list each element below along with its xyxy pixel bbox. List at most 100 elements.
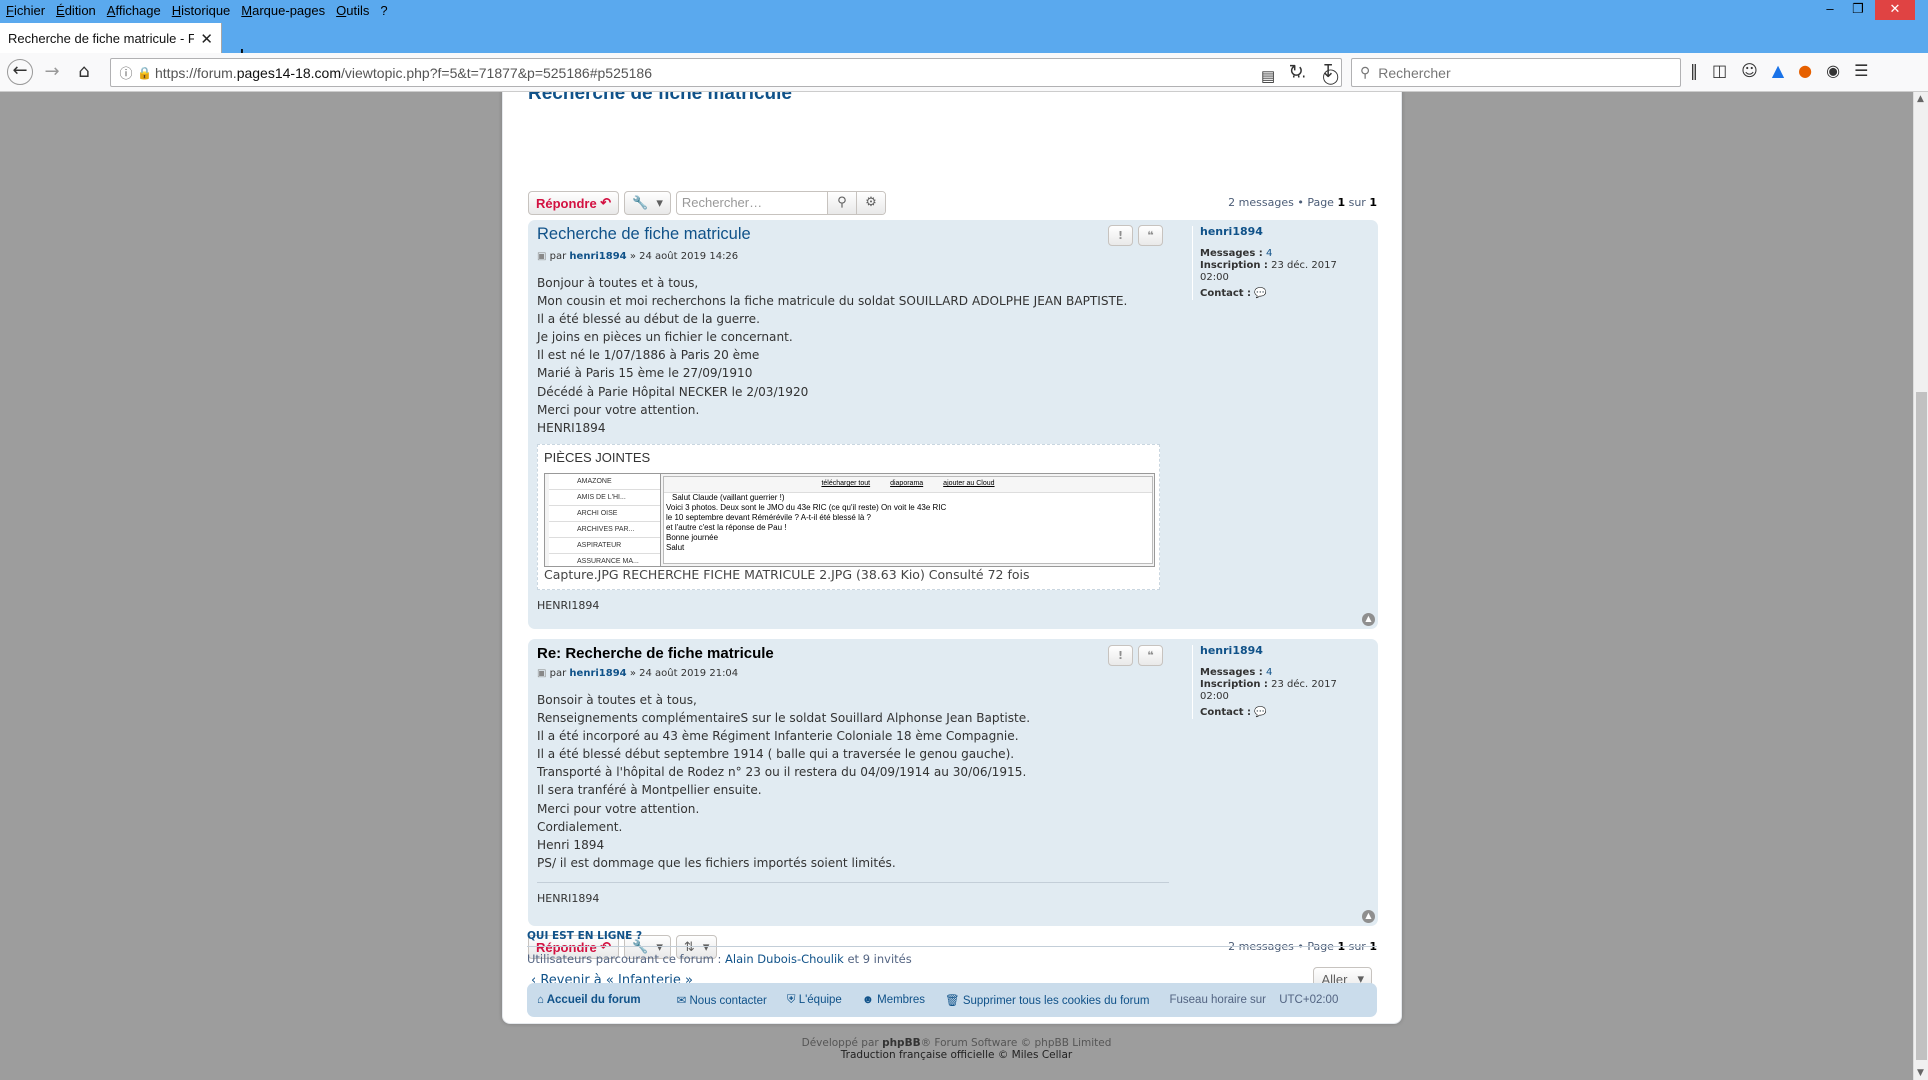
post-line: Je joins en pièces un fichier le concern… xyxy=(537,330,793,345)
topic-search-input[interactable]: Rechercher… xyxy=(677,192,827,214)
contact-chat-icon[interactable]: 💬 xyxy=(1254,288,1266,299)
menu-historique[interactable]: Historique xyxy=(166,3,236,18)
account-icon[interactable]: ☺ xyxy=(1741,61,1758,80)
menu-help[interactable]: ? xyxy=(374,3,392,18)
messages-count[interactable]: 4 xyxy=(1266,667,1272,678)
post-line: Il sera tranféré à Montpellier ensuite. xyxy=(537,783,762,798)
extension-download-icon[interactable]: ▲ xyxy=(1772,61,1784,80)
topic-title[interactable]: Recherche de fiche matricule xyxy=(528,92,792,105)
back-to-top-icon[interactable]: ▲ xyxy=(1362,613,1375,626)
contact-link[interactable]: ✉ Nous contacter xyxy=(677,993,777,1007)
restore-button[interactable]: ❐ xyxy=(1843,0,1873,20)
scroll-up-icon[interactable]: ▲ xyxy=(1917,94,1924,104)
post-profile: henri1894 Messages : 4 Inscription : 23 … xyxy=(1192,226,1372,300)
post-line: Il a été incorporé au 43 ème Régiment In… xyxy=(537,729,1019,744)
thumbnail-links: télécharger tout diaporama ajouter au Clou… xyxy=(664,477,1152,493)
advanced-search-gear-icon[interactable]: ⚙ xyxy=(855,192,885,214)
menu-outils[interactable]: Outils xyxy=(330,3,374,18)
url-path: /viewtopic.php?f=5&t=71877&p=525186#p525… xyxy=(341,64,652,81)
scroll-down-icon[interactable]: ▼ xyxy=(1917,1068,1924,1078)
page-sur: sur xyxy=(1348,196,1366,209)
profile-name[interactable]: henri1894 xyxy=(1200,645,1372,657)
quote-button[interactable]: ❝ xyxy=(1138,645,1163,666)
messages-count[interactable]: 4 xyxy=(1266,248,1272,259)
scrollbar-thumb[interactable] xyxy=(1916,392,1927,1060)
online-user-link[interactable]: Alain Dubois-Choulik xyxy=(725,952,844,966)
author-link[interactable]: henri1894 xyxy=(569,251,626,262)
caret-down-icon: ▾ xyxy=(656,195,663,210)
credits-line-1: Développé par phpBB® Forum Software © ph… xyxy=(0,1037,1913,1049)
menu-marque-pages[interactable]: Marque-pages xyxy=(235,3,330,18)
report-button[interactable]: ! xyxy=(1108,225,1133,246)
post-date: » 24 août 2019 14:26 xyxy=(629,251,739,262)
forward-icon[interactable]: → xyxy=(40,61,64,85)
post-line: Il a été blessé au début de la guerre. xyxy=(537,312,760,327)
info-icon[interactable]: ⓘ xyxy=(115,63,137,82)
hamburger-menu-icon[interactable]: ☰ xyxy=(1854,61,1868,80)
reply-label: Répondre xyxy=(536,195,597,211)
topic-tools-button[interactable]: 🔧 ▾ xyxy=(624,191,671,215)
scrollbar[interactable]: ▲ ▼ xyxy=(1913,92,1928,1080)
minimize-button[interactable]: – xyxy=(1815,0,1845,20)
phpbb-link[interactable]: phpBB xyxy=(882,1037,921,1049)
browser-search-input[interactable]: ⚲ Rechercher xyxy=(1351,58,1681,87)
menu-fichier[interactable]: Fichier xyxy=(0,3,50,18)
tab-active[interactable]: Recherche de fiche matricule - Fori ✕ xyxy=(0,23,222,54)
cookies-label: Supprimer tous les cookies du forum xyxy=(962,995,1150,1007)
thumb-folder: ARCHIVES PAR... xyxy=(549,522,660,538)
reader-view-icon[interactable]: ▤ xyxy=(1261,67,1275,85)
toolbar-icons: ‖ ◫ ☺ ▲ ● ◉ ☰ xyxy=(1690,61,1868,80)
close-window-button[interactable]: ✕ xyxy=(1875,0,1915,20)
contact-chat-icon[interactable]: 💬 xyxy=(1254,707,1266,718)
thumb-folder: AMIS DE L'HI... xyxy=(549,490,660,506)
menu-edition[interactable]: Édition xyxy=(50,3,101,18)
reply-button[interactable]: Répondre ↶ xyxy=(528,191,620,215)
attachment-caption: Capture.JPG RECHERCHE FICHE MATRICULE 2.… xyxy=(544,567,1030,582)
library-icon[interactable]: ‖ xyxy=(1690,61,1698,80)
action-bar-top: Répondre ↶ 🔧 ▾ Rechercher… ⚲ ⚙ xyxy=(528,191,886,215)
sidebar-icon[interactable]: ◫ xyxy=(1712,61,1727,80)
thumb-link: ajouter au Cloud xyxy=(943,480,995,487)
signature: HENRI1894 xyxy=(537,892,600,905)
url-bar[interactable]: ⓘ 🔒 https://forum. pages14-18.com/viewtop… xyxy=(110,58,1368,87)
post-line: Henri 1894 xyxy=(537,837,605,852)
post-date: » 24 août 2019 21:04 xyxy=(629,668,739,679)
thumb-folder: ARCHI OISE xyxy=(549,506,660,522)
menu-affichage[interactable]: Affichage xyxy=(101,3,166,18)
forum-home-link[interactable]: ⌂ Accueil du forum xyxy=(537,994,651,1006)
timezone: Fuseau horaire sur UTC+02:00 xyxy=(1169,994,1348,1006)
delete-cookies-link[interactable]: 🗑 Supprimer tous les cookies du forum xyxy=(945,993,1159,1007)
back-icon[interactable]: ← xyxy=(7,59,33,85)
post-title[interactable]: Re: Recherche de fiche matricule xyxy=(537,645,774,662)
post-line: Décédé à Parie Hôpital NECKER le 2/03/19… xyxy=(537,384,809,399)
contact-label: Nous contacter xyxy=(689,995,767,1007)
extension-icon[interactable]: ◉ xyxy=(1826,61,1840,80)
tab-close-icon[interactable]: ✕ xyxy=(200,30,213,48)
post-title[interactable]: Recherche de fiche matricule xyxy=(537,225,751,244)
extension-fox-icon[interactable]: ● xyxy=(1798,61,1812,80)
author-link[interactable]: henri1894 xyxy=(569,668,626,679)
attachments-heading: PIÈCES JOINTES xyxy=(544,450,651,465)
post-2: Re: Recherche de fiche matricule ▣ par h… xyxy=(528,639,1378,926)
download-icon[interactable]: ↧ xyxy=(1316,61,1340,85)
home-label: Accueil du forum xyxy=(546,994,641,1006)
message-count: 2 messages xyxy=(1228,196,1294,209)
post-line: Bonsoir à toutes et à tous, xyxy=(537,693,697,707)
signature: HENRI1894 xyxy=(537,599,600,612)
profile-name[interactable]: henri1894 xyxy=(1200,226,1372,238)
thumb-line: Voici 3 photos. Deux sont le JMO du 43e … xyxy=(666,503,947,512)
thumbnail-text: Salut Claude (vaillant guerrier !) Voici… xyxy=(664,493,1152,553)
messages-label: Messages : xyxy=(1200,248,1263,259)
attachment-thumbnail[interactable]: AMAZONE AMIS DE L'HI... ARCHI OISE ARCHI… xyxy=(544,473,1155,567)
reload-icon[interactable]: ↻ xyxy=(1284,61,1308,85)
report-button[interactable]: ! xyxy=(1108,645,1133,666)
team-link[interactable]: ⛨ L'équipe xyxy=(787,994,852,1007)
search-button-icon[interactable]: ⚲ xyxy=(826,192,856,214)
quote-button[interactable]: ❝ xyxy=(1138,225,1163,246)
forum-wrap: Recherche de fiche matricule Répondre ↶ … xyxy=(502,92,1402,1024)
back-to-top-icon[interactable]: ▲ xyxy=(1362,910,1375,923)
members-link[interactable]: ☻ Membres xyxy=(862,994,935,1006)
thumb-line: Bonne journée xyxy=(666,533,719,542)
wrench-icon: 🔧 xyxy=(632,195,649,210)
home-icon[interactable]: ⌂ xyxy=(72,61,96,85)
